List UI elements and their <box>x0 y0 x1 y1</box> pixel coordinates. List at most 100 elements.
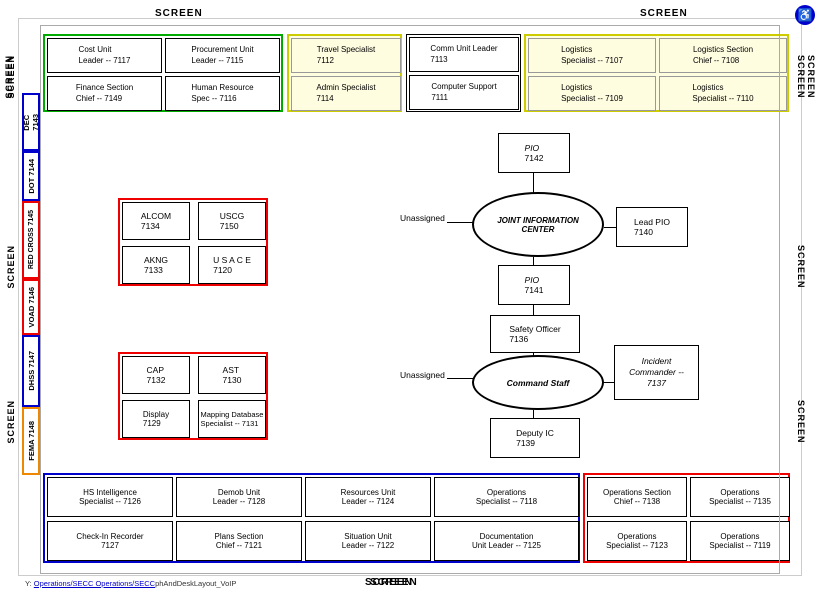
side-box-red-cross: RED CROSS 7145 <box>22 201 40 279</box>
side-box-dhss: DHSS 7147 <box>22 335 40 407</box>
finance-section-chief: Finance SectionChief -- 7149 <box>47 76 162 111</box>
procurement-text: Procurement UnitLeader -- 7115 <box>191 45 253 66</box>
comm-group: Comm Unit Leader7113 Computer Support711… <box>406 34 521 112</box>
computer-support-text: Computer Support7111 <box>431 82 496 103</box>
ops-spec-7135: OperationsSpecialist -- 7135 <box>690 477 790 517</box>
human-resource-spec: Human ResourceSpec -- 7116 <box>165 76 280 111</box>
incident-commander-text: IncidentCommander --7137 <box>629 356 684 389</box>
side-box-dot-label: DOT 7144 <box>27 159 36 194</box>
logistics-section-chief-text: Logistics SectionChief -- 7108 <box>693 45 753 66</box>
url-text: Operations/SECC Operations/SECC <box>34 579 155 588</box>
side-box-red-cross-label: RED CROSS 7145 <box>28 210 35 269</box>
logistics-section-chief: Logistics SectionChief -- 7108 <box>659 38 787 73</box>
usace-text: U S A C E7120 <box>213 255 251 275</box>
human-resource-text: Human ResourceSpec -- 7116 <box>191 83 253 104</box>
travel-specialist-text: Travel Specialist7112 <box>317 45 375 66</box>
right-divider <box>779 25 780 574</box>
procurement-unit-leader: Procurement UnitLeader -- 7115 <box>165 38 280 73</box>
plans-section-text: Plans SectionChief -- 7121 <box>215 532 264 550</box>
accessibility-icon: ♿ <box>795 5 815 25</box>
top-divider <box>40 25 780 26</box>
lead-pio-7140: Lead PIO7140 <box>616 207 688 247</box>
situation-unit-7122: Situation UnitLeader -- 7122 <box>305 521 431 561</box>
side-box-fema: FEMA 7148 <box>22 407 40 475</box>
alcom-text: ALCOM7134 <box>141 211 171 231</box>
screen-label-bottom2: SCREEN <box>365 577 413 588</box>
logistics-spec-109-text: LogisticsSpecialist -- 7109 <box>561 83 623 104</box>
travel-specialist: Travel Specialist7112 <box>291 38 401 73</box>
connector-cmd-ic <box>604 382 614 383</box>
green-group-border: Cost UnitLeader -- 7117 Procurement Unit… <box>43 34 283 112</box>
unassigned-jic: Unassigned <box>400 213 445 223</box>
computer-support: Computer Support7111 <box>409 75 519 110</box>
ops-spec-7118: OperationsSpecialist -- 7118 <box>434 477 579 517</box>
connector-jic-pio141 <box>533 257 534 265</box>
command-staff-text: Command Staff <box>507 378 570 388</box>
side-box-dot: DOT 7144 <box>22 151 40 201</box>
cap-text: CAP7132 <box>147 365 166 385</box>
display-7129: Display7129 <box>122 400 190 438</box>
ast-text: AST7130 <box>223 365 242 385</box>
ops-spec-7135-text: OperationsSpecialist -- 7135 <box>709 488 771 506</box>
uscg-7150: USCG7150 <box>198 202 266 240</box>
side-box-fema-label: FEMA 7148 <box>27 421 36 461</box>
check-in-7127: Check-In Recorder7127 <box>47 521 173 561</box>
ops-spec-7119-text: OperationsSpecialist -- 7119 <box>709 532 770 550</box>
lead-pio-text: Lead PIO7140 <box>634 217 670 237</box>
safety-officer-7136: Safety Officer7136 <box>490 315 580 353</box>
comm-unit-leader: Comm Unit Leader7113 <box>409 37 519 72</box>
check-in-text: Check-In Recorder7127 <box>76 532 143 550</box>
cost-unit-leader: Cost UnitLeader -- 7117 <box>47 38 162 73</box>
logistics-spec-109: LogisticsSpecialist -- 7109 <box>528 76 656 111</box>
resources-unit-7124: Resources UnitLeader -- 7124 <box>305 477 431 517</box>
connector-pio141-safety <box>533 305 534 315</box>
blue-bottom-group: HS IntelligenceSpecialist -- 7126 Check-… <box>43 473 580 563</box>
logistics-spec-107-text: LogisticsSpecialist -- 7107 <box>561 45 623 66</box>
bottom-url: Y: Operations/SECC Operations/SECCphAndD… <box>25 579 236 588</box>
red-group-cap: CAP7132 AST7130 Display7129 Mapping Data… <box>118 352 268 440</box>
jic-ellipse-text: JOINT INFORMATIONCENTER <box>497 216 579 234</box>
demob-unit-7128: Demob UnitLeader -- 7128 <box>176 477 302 517</box>
cost-unit-leader-text: Cost UnitLeader -- 7117 <box>79 45 131 66</box>
safety-officer-text: Safety Officer7136 <box>509 324 560 344</box>
admin-specialist: Admin Specialist7114 <box>291 76 401 111</box>
side-box-dhss-label: DHSS 7147 <box>27 351 36 391</box>
deputy-ic-7139: Deputy IC7139 <box>490 418 580 458</box>
url-suffix: phAndDeskLayout_VoIP <box>155 579 236 588</box>
incident-commander: IncidentCommander --7137 <box>614 345 699 400</box>
connector-unassigned-cmd <box>447 378 475 379</box>
pio-7142-text: PIO7142 <box>525 143 544 163</box>
mapping-7131: Mapping DatabaseSpecialist -- 7131 <box>198 400 266 438</box>
screen-label-right-1: SCREEN <box>806 55 816 99</box>
screen-label-right-3: SCREEN <box>796 400 806 444</box>
hs-intel-7126: HS IntelligenceSpecialist -- 7126 <box>47 477 173 517</box>
screen-label-top-right: SCREEN <box>640 8 688 19</box>
alcom-7134: ALCOM7134 <box>122 202 190 240</box>
screen-label-top-left: SCREEN <box>155 8 203 19</box>
logistics-yellow-group: LogisticsSpecialist -- 7107 Logistics Se… <box>524 34 789 112</box>
pio-7141-text: PIO7141 <box>525 275 544 295</box>
display-text: Display7129 <box>143 410 169 428</box>
jic-ellipse: JOINT INFORMATIONCENTER <box>472 192 604 257</box>
red-group-alcom: ALCOM7134 USCG7150 AKNG7133 U S A C E712… <box>118 198 268 286</box>
pio-7142: PIO7142 <box>498 133 570 173</box>
red-bottom-group: Operations SectionChief -- 7138 Operatio… <box>583 473 790 563</box>
side-box-voad-label: VOAD 7146 <box>27 287 36 327</box>
ops-spec-7123: OperationsSpecialist -- 7123 <box>587 521 687 561</box>
connector-leadpio-jic <box>604 227 616 228</box>
unassigned-cmd: Unassigned <box>400 370 445 380</box>
logistics-spec-110-text: LogisticsSpecialist -- 7110 <box>692 83 753 104</box>
ops-spec-7118-text: OperationsSpecialist -- 7118 <box>476 488 537 506</box>
resources-unit-text: Resources UnitLeader -- 7124 <box>341 488 396 506</box>
comm-unit-text: Comm Unit Leader7113 <box>430 44 497 65</box>
usace-7120: U S A C E7120 <box>198 246 266 284</box>
bottom-divider <box>40 573 780 574</box>
command-staff-ellipse: Command Staff <box>472 355 604 410</box>
side-box-dec-label: DEC7143 <box>22 114 40 131</box>
doc-unit-7125: DocumentationUnit Leader -- 7125 <box>434 521 579 561</box>
side-box-dec: DEC7143 <box>22 93 40 151</box>
deputy-ic-text: Deputy IC7139 <box>516 428 554 448</box>
hs-intel-text: HS IntelligenceSpecialist -- 7126 <box>79 488 141 506</box>
mapping-text: Mapping DatabaseSpecialist -- 7131 <box>201 410 264 428</box>
pio-7141: PIO7141 <box>498 265 570 305</box>
